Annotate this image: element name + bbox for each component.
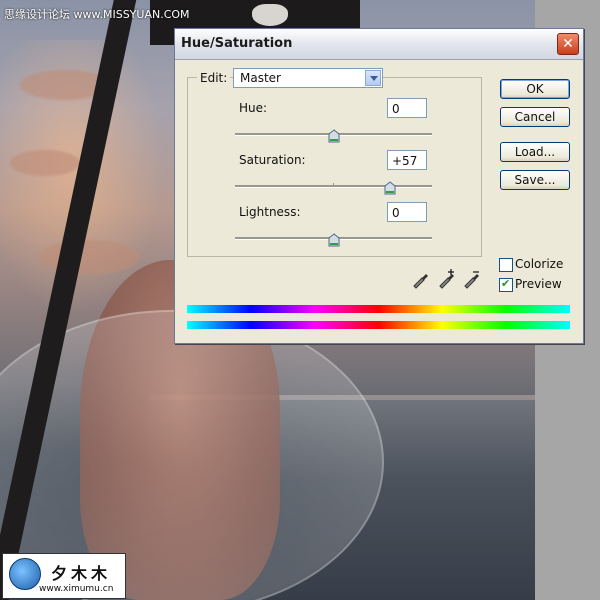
logo-chinese-text: 夕木木 [51,564,112,583]
dialog-title: Hue/Saturation [181,36,293,51]
slider-center-tick [333,183,334,187]
eyedropper-minus-icon[interactable] [462,269,482,289]
cloud [40,240,140,274]
cancel-button[interactable]: Cancel [500,107,570,127]
close-icon: ✕ [562,36,574,52]
edit-label: Edit: [197,71,231,85]
title-bar[interactable]: Hue/Saturation ✕ [175,29,583,60]
spectrum-bar-input [187,305,570,313]
adjust-group [187,77,482,257]
logo-icon [9,558,41,590]
edit-dropdown-value: Master [240,71,281,85]
lightness-slider-thumb[interactable] [328,233,340,247]
ok-button[interactable]: OK [500,79,570,99]
saturation-label: Saturation: [239,153,306,167]
skull-icon [252,4,288,26]
colorize-checkbox[interactable] [499,258,513,272]
edit-dropdown[interactable]: Master [233,68,383,88]
colorize-label: Colorize [515,257,564,271]
saturation-input[interactable]: +57 [387,150,427,170]
preview-checkbox[interactable]: ✔ [499,277,513,292]
site-logo: 夕木木 www.ximumu.cn [2,553,126,599]
hue-input[interactable]: 0 [387,98,427,118]
spectrum-bar-output [187,321,570,329]
hue-slider-thumb[interactable] [328,129,340,143]
load-button[interactable]: Load... [500,142,570,162]
watermark-text: 思缘设计论坛 www.MISSYUAN.COM [4,8,190,21]
eyedropper-plus-icon[interactable] [437,269,457,289]
preview-label: Preview [515,277,562,291]
saturation-slider-thumb[interactable] [384,181,396,195]
save-button[interactable]: Save... [500,170,570,190]
chevron-down-icon[interactable] [365,70,381,86]
eyedropper-icon[interactable] [411,269,431,289]
hue-saturation-dialog: Hue/Saturation ✕ Edit: Master Hue: 0 Sat… [174,28,584,344]
lightness-input[interactable]: 0 [387,202,427,222]
checkmark-icon: ✔ [501,277,511,290]
cloud [10,150,80,176]
hue-label: Hue: [239,101,268,115]
lightness-label: Lightness: [239,205,301,219]
close-button[interactable]: ✕ [557,33,579,55]
logo-url-text: www.ximumu.cn [39,584,114,594]
